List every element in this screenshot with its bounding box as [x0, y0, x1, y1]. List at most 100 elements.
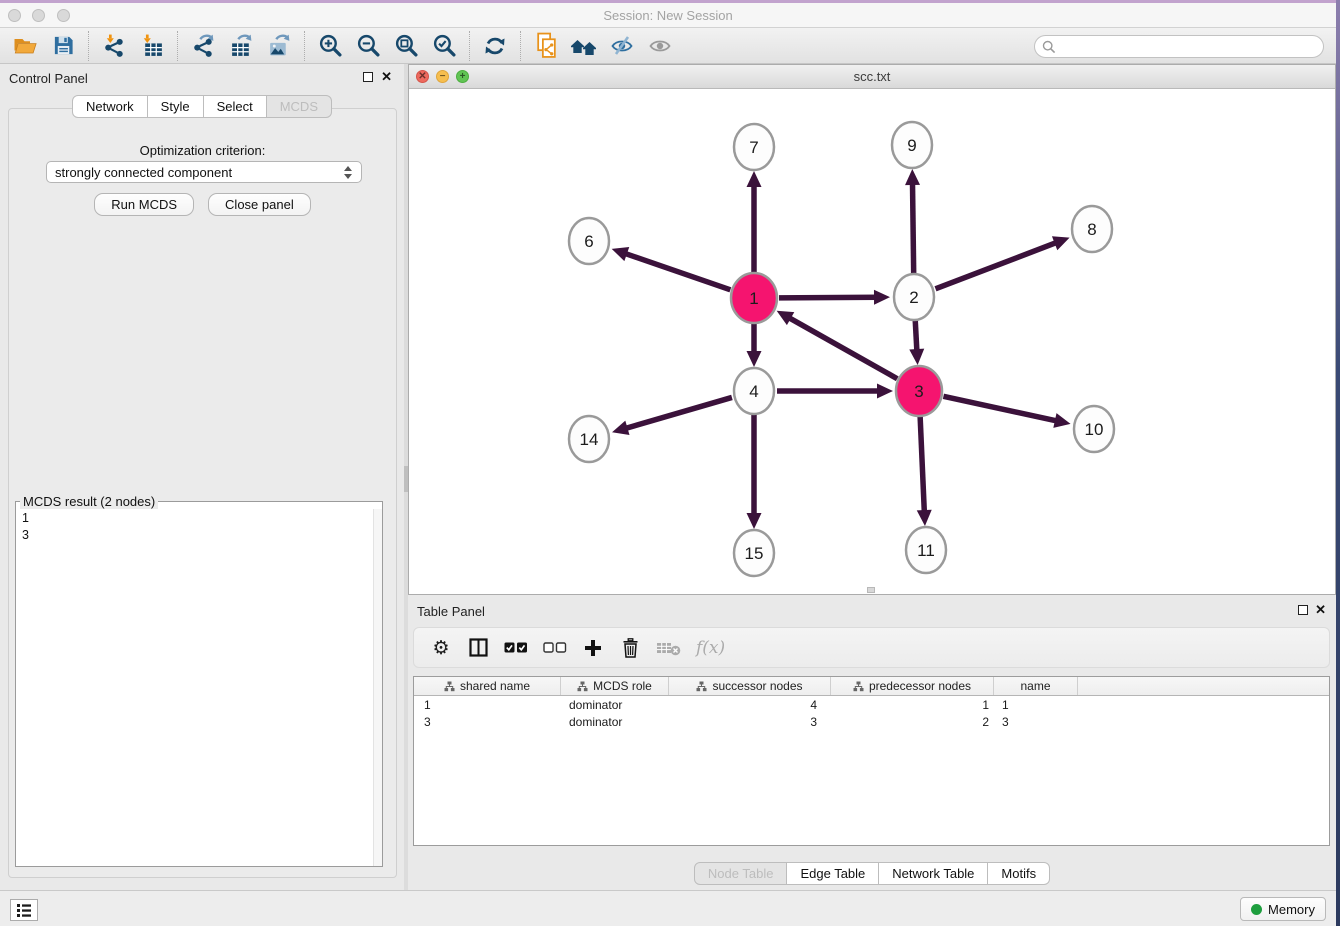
save-session-button[interactable] [44, 31, 82, 61]
criterion-select[interactable]: strongly connected component [46, 161, 362, 183]
search-box[interactable] [1034, 35, 1324, 58]
table-cell: 3 [994, 713, 1078, 730]
edge-arrowhead-icon [747, 513, 762, 529]
status-bar: Memory [0, 890, 1336, 926]
mcds-panel: Optimization criterion: strongly connect… [8, 108, 397, 878]
edge-arrowhead-icon [874, 290, 890, 305]
add-column-button[interactable] [582, 639, 604, 657]
tab-style[interactable]: Style [148, 95, 204, 118]
network-canvas[interactable]: 1234678910111415 [409, 90, 1335, 594]
float-panel-icon[interactable] [363, 72, 373, 82]
edge-arrowhead-icon [747, 351, 762, 367]
deselect-all-icon [543, 642, 567, 653]
toolbar-separator [520, 31, 521, 61]
close-panel-icon[interactable]: ✕ [381, 69, 392, 85]
graph-edge-3-10[interactable] [943, 396, 1059, 421]
neighbors-button[interactable] [565, 31, 603, 61]
delete-table-icon [656, 640, 681, 656]
function-builder-button[interactable]: f(x) [696, 638, 725, 658]
column-header-shared-name[interactable]: shared name [414, 677, 561, 695]
column-header-successor-nodes[interactable]: successor nodes [669, 677, 831, 695]
import-table-button[interactable] [133, 31, 171, 61]
close-window-icon[interactable] [8, 9, 21, 22]
graph-edge-1-6[interactable] [622, 252, 730, 289]
export-table-button[interactable] [222, 31, 260, 61]
task-history-button[interactable] [10, 899, 38, 921]
graph-edge-2-9[interactable] [912, 180, 913, 274]
graph-edge-4-14[interactable] [623, 397, 732, 429]
import-network-icon [102, 33, 127, 58]
tab-edge-table[interactable]: Edge Table [787, 862, 879, 885]
network-graph[interactable]: 1234678910111415 [409, 90, 1335, 594]
zoom-window-icon[interactable] [57, 9, 70, 22]
houses-icon [570, 34, 598, 58]
graph-node-label: 11 [917, 541, 935, 560]
hide-selected-button[interactable] [603, 31, 641, 61]
canvas-splitter-handle-icon[interactable] [867, 587, 875, 593]
minimize-window-icon[interactable] [32, 9, 45, 22]
export-network-button[interactable] [184, 31, 222, 61]
select-all-rows-button[interactable] [504, 642, 528, 653]
search-input[interactable] [1060, 38, 1323, 56]
column-header-label: MCDS role [593, 679, 652, 693]
result-scrollbar[interactable] [373, 509, 382, 866]
mcds-result-list: 13 [16, 509, 382, 545]
tab-motifs[interactable]: Motifs [988, 862, 1050, 885]
table-row[interactable]: 1dominator411 [414, 696, 1329, 713]
delete-table-button[interactable] [656, 640, 681, 656]
mcds-result-line: 3 [22, 527, 376, 544]
graph-edge-2-8[interactable] [935, 241, 1059, 288]
clone-network-button[interactable] [527, 31, 565, 61]
close-network-icon[interactable]: ✕ [416, 70, 429, 83]
columns-icon [469, 638, 488, 657]
maximize-network-icon[interactable]: + [456, 70, 469, 83]
memory-button[interactable]: Memory [1240, 897, 1326, 921]
criterion-select-value: strongly connected component [55, 165, 343, 180]
search-icon [1042, 40, 1056, 54]
graph-edge-3-11[interactable] [920, 416, 924, 515]
deselect-all-rows-button[interactable] [543, 642, 567, 653]
minimize-network-icon[interactable]: − [436, 70, 449, 83]
tab-node-table[interactable]: Node Table [694, 862, 788, 885]
run-mcds-button[interactable]: Run MCDS [94, 193, 194, 216]
graph-edge-2-3[interactable] [915, 320, 917, 354]
column-header-filler [1078, 677, 1329, 695]
graph-edge-1-2[interactable] [779, 297, 879, 298]
show-column-button[interactable] [467, 638, 489, 657]
float-table-panel-icon[interactable] [1298, 605, 1308, 615]
toolbar-separator [177, 31, 178, 61]
tab-network[interactable]: Network [72, 95, 148, 118]
column-header-label: predecessor nodes [869, 679, 971, 693]
show-all-button[interactable] [641, 31, 679, 61]
column-header-name[interactable]: name [994, 677, 1078, 695]
table-cell: 1 [994, 696, 1078, 713]
close-table-panel-icon[interactable]: ✕ [1315, 602, 1326, 618]
delete-column-button[interactable] [619, 638, 641, 658]
close-panel-button[interactable]: Close panel [208, 193, 311, 216]
optimization-criterion-label: Optimization criterion: [9, 143, 396, 158]
table-options-button[interactable]: ⚙ [430, 638, 452, 658]
fx-icon: f(x) [696, 638, 725, 658]
graph-node-label: 15 [745, 544, 764, 563]
graph-node-label: 2 [909, 288, 918, 307]
zoom-fit-button[interactable] [387, 31, 425, 61]
window-title-bar: Session: New Session [0, 3, 1336, 28]
clone-network-icon [534, 32, 559, 59]
column-header-MCDS-role[interactable]: MCDS role [561, 677, 669, 695]
apply-layout-button[interactable] [476, 31, 514, 61]
import-table-icon [140, 33, 165, 58]
import-network-button[interactable] [95, 31, 133, 61]
graph-node-label: 8 [1087, 220, 1096, 239]
tab-network-table[interactable]: Network Table [879, 862, 988, 885]
graph-edge-3-1[interactable] [786, 316, 897, 379]
tab-select[interactable]: Select [204, 95, 267, 118]
graph-node-label: 14 [580, 430, 599, 449]
tab-mcds[interactable]: MCDS [267, 95, 332, 118]
open-session-button[interactable] [6, 31, 44, 61]
zoom-in-button[interactable] [311, 31, 349, 61]
zoom-out-button[interactable] [349, 31, 387, 61]
column-header-predecessor-nodes[interactable]: predecessor nodes [831, 677, 994, 695]
zoom-selected-button[interactable] [425, 31, 463, 61]
table-row[interactable]: 3dominator323 [414, 713, 1329, 730]
export-image-button[interactable] [260, 31, 298, 61]
